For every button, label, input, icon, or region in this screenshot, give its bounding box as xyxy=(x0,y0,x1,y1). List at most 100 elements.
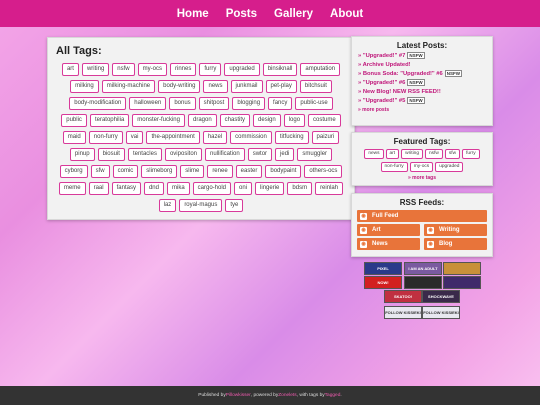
tag-reinlah[interactable]: reinlah xyxy=(315,182,344,195)
badge-4[interactable]: NOW! xyxy=(364,276,402,289)
tag-meme[interactable]: meme xyxy=(58,182,86,195)
tag-comic[interactable]: comic xyxy=(112,165,139,178)
nav-gallery[interactable]: Gallery xyxy=(274,8,313,20)
tag-body-modification[interactable]: body-modification xyxy=(69,97,127,110)
tag-design[interactable]: design xyxy=(253,114,281,127)
tag-nsfw[interactable]: nsfw xyxy=(112,63,135,76)
tag-tentacles[interactable]: tentacles xyxy=(127,148,162,161)
tag-sfw[interactable]: sfw xyxy=(444,149,461,159)
tag-furry[interactable]: furry xyxy=(199,63,222,76)
badge-2[interactable]: I AM AN ADULT xyxy=(404,262,442,275)
rss-blog-button[interactable]: ◉ Blog xyxy=(424,238,487,250)
tag-pet-play[interactable]: pet-play xyxy=(265,80,297,93)
post-link[interactable]: » "Upgraded!" #5 NSFW xyxy=(358,97,486,104)
tag-slimeborg[interactable]: slimeborg xyxy=(141,165,178,178)
tag-maid[interactable]: maid xyxy=(62,131,86,144)
tag-public[interactable]: public xyxy=(61,114,87,127)
tag-shitpost[interactable]: shitpost xyxy=(198,97,230,110)
tag-monster-fucking[interactable]: monster-fucking xyxy=(132,114,185,127)
tag-upgraded[interactable]: upgraded xyxy=(224,63,260,76)
tag-logo[interactable]: logo xyxy=(283,114,306,127)
tag-body-writing[interactable]: body-writing xyxy=(158,80,201,93)
tag-swtor[interactable]: swtor xyxy=(247,148,273,161)
tag-ovipositon[interactable]: ovipositon xyxy=(164,148,202,161)
footer-tagger-link[interactable]: Tagged xyxy=(325,393,341,398)
more-tags-link[interactable]: » more tags xyxy=(358,175,486,181)
tag-oni[interactable]: oni xyxy=(234,182,253,195)
tag-milking[interactable]: milking xyxy=(70,80,99,93)
rss-writing-button[interactable]: ◉ Writing xyxy=(424,224,487,236)
rss-news-button[interactable]: ◉ News xyxy=(357,238,420,250)
tag-bdsm[interactable]: bdsm xyxy=(287,182,313,195)
badge-5[interactable] xyxy=(404,276,442,289)
tag-renee[interactable]: renee xyxy=(207,165,233,178)
badge-8[interactable]: SHOCKWAVE xyxy=(422,290,460,303)
post-link[interactable]: » Bonus Soda: "Upgraded!" #6 NSFW xyxy=(358,70,486,77)
tag-milking-machine[interactable]: milking-machine xyxy=(101,80,156,93)
tag-nsfw[interactable]: nsfw xyxy=(425,149,443,159)
tag-upgraded[interactable]: upgraded xyxy=(435,162,464,172)
tag-news[interactable]: news xyxy=(364,149,384,159)
tag-writing[interactable]: writing xyxy=(401,149,423,159)
tag-pinup[interactable]: pinup xyxy=(69,148,95,161)
tag-art[interactable]: art xyxy=(61,63,79,76)
post-link[interactable]: » "Upgraded!" #7 NSFW xyxy=(358,52,486,59)
tag-nullification[interactable]: nullification xyxy=(205,148,245,161)
tag-my-ocs[interactable]: my-ocs xyxy=(409,162,434,172)
tag-fantasy[interactable]: fantasy xyxy=(111,182,141,195)
post-link[interactable]: » New Blog! NEW RSS FEED!! xyxy=(358,89,486,95)
tag-bonus[interactable]: bonus xyxy=(169,97,196,110)
tag-smuggler[interactable]: smuggler xyxy=(297,148,333,161)
tag-halloween[interactable]: halloween xyxy=(129,97,167,110)
tag-chastity[interactable]: chastity xyxy=(219,114,251,127)
badge-1[interactable]: PIXEL xyxy=(364,262,402,275)
rss-full-feed-button[interactable]: ◉ Full Feed xyxy=(357,210,487,222)
tag-lingerie[interactable]: lingerie xyxy=(255,182,285,195)
tag-blogging[interactable]: blogging xyxy=(232,97,266,110)
tag-laz[interactable]: laz xyxy=(158,199,177,212)
footer-author-link[interactable]: Pillowkisser xyxy=(226,393,251,398)
tag-commission[interactable]: commission xyxy=(230,131,272,144)
tag-biosuit[interactable]: biosuit xyxy=(97,148,125,161)
badge-9[interactable]: FOLLOW KISSIEKI xyxy=(384,306,422,319)
tag-the-appointment[interactable]: the-appointment xyxy=(146,131,200,144)
tag-amputation[interactable]: amputation xyxy=(300,63,341,76)
tag-public-use[interactable]: public-use xyxy=(295,97,333,110)
badge-10[interactable]: FOLLOW KISSIEKI xyxy=(422,306,460,319)
tag-bitchsuit[interactable]: bitchsuit xyxy=(299,80,332,93)
tag-cargo-hold[interactable]: cargo-hold xyxy=(192,182,232,195)
tag-hazel[interactable]: hazel xyxy=(202,131,228,144)
tag-teratophilia[interactable]: teratophilia xyxy=(89,114,130,127)
tag-titfucking[interactable]: titfucking xyxy=(274,131,309,144)
tag-dnd[interactable]: dnd xyxy=(143,182,164,195)
post-link[interactable]: » "Upgraded!" #6 NSFW xyxy=(358,79,486,86)
tag-non-furry[interactable]: non-furry xyxy=(380,162,408,172)
tag-jedi[interactable]: jedi xyxy=(275,148,295,161)
tag-news[interactable]: news xyxy=(203,80,228,93)
tag-sfw[interactable]: sfw xyxy=(90,165,110,178)
tag-junkmail[interactable]: junkmail xyxy=(230,80,263,93)
tag-vai[interactable]: vai xyxy=(125,131,144,144)
tag-paizuri[interactable]: paizuri xyxy=(311,131,340,144)
rss-art-button[interactable]: ◉ Art xyxy=(357,224,420,236)
tag-writing[interactable]: writing xyxy=(81,63,110,76)
tag-tye[interactable]: tye xyxy=(225,199,244,212)
tag-dragon[interactable]: dragon xyxy=(187,114,217,127)
nav-about[interactable]: About xyxy=(330,8,363,20)
tag-others-ocs[interactable]: others-ocs xyxy=(304,165,343,178)
tag-easter[interactable]: easter xyxy=(235,165,263,178)
tag-furry[interactable]: furry xyxy=(462,149,480,159)
tag-my-ocs[interactable]: my-ocs xyxy=(137,63,167,76)
tag-slime[interactable]: slime xyxy=(180,165,205,178)
tag-fancy[interactable]: fancy xyxy=(268,97,293,110)
badge-3[interactable] xyxy=(443,262,481,275)
badge-7[interactable]: SKATOO! xyxy=(384,290,422,303)
tag-costume[interactable]: costume xyxy=(308,114,341,127)
tag-art[interactable]: art xyxy=(385,149,400,159)
tag-rinnes[interactable]: rinnes xyxy=(169,63,197,76)
tag-bodypaint[interactable]: bodypaint xyxy=(265,165,302,178)
tag-binsiknall[interactable]: binsiknall xyxy=(262,63,298,76)
nav-home[interactable]: Home xyxy=(177,8,209,20)
more-posts-link[interactable]: » more posts xyxy=(358,107,486,113)
tag-raal[interactable]: raal xyxy=(88,182,109,195)
